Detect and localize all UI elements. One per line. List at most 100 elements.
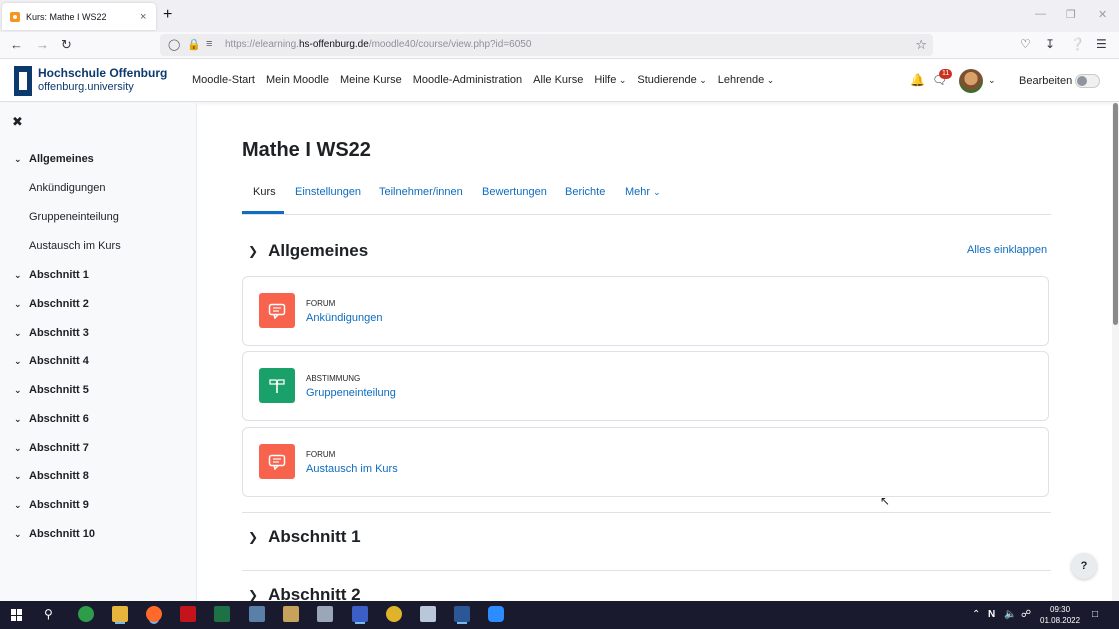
user-avatar[interactable] xyxy=(959,69,983,93)
drawer-item[interactable]: Austausch im Kurs xyxy=(29,240,121,252)
drawer-item[interactable]: ⌄ Allgemeines xyxy=(14,153,94,165)
drawer-item[interactable]: ⌄ Abschnitt 8 xyxy=(14,470,89,482)
drawer-item[interactable]: ⌄ Abschnitt 3 xyxy=(14,327,89,339)
chevron-down-icon[interactable]: ⌄ xyxy=(14,299,24,310)
remote-desktop-icon[interactable] xyxy=(352,606,368,622)
volume-icon[interactable]: 🔈 xyxy=(1004,609,1016,620)
chevron-down-icon[interactable]: ⌄ xyxy=(14,443,24,454)
chevron-down-icon[interactable]: ❯ xyxy=(248,244,258,258)
drawer-item[interactable]: Gruppeneinteilung xyxy=(29,211,119,223)
back-icon[interactable]: ← xyxy=(10,37,23,52)
tray-chevron-up-icon[interactable]: ⌃ xyxy=(972,609,980,620)
browser-tab[interactable]: Kurs: Mathe I WS22 × xyxy=(2,3,156,30)
drawer-item[interactable]: ⌄ Abschnitt 4 xyxy=(14,355,89,367)
drawer-item[interactable]: Ankündigungen xyxy=(29,182,105,194)
help-button[interactable]: ? xyxy=(1071,553,1097,579)
nav-alle-kurse[interactable]: Alle Kurse xyxy=(533,74,583,86)
tab-kurs[interactable]: Kurs xyxy=(253,186,276,198)
restore-icon[interactable]: ❐ xyxy=(1066,8,1076,21)
drawer-item[interactable]: ⌄ Abschnitt 9 xyxy=(14,499,89,511)
tab-teilnehmer[interactable]: Teilnehmer/innen xyxy=(379,186,463,198)
firefox-icon[interactable] xyxy=(146,606,162,622)
chevron-down-icon[interactable]: ⌄ xyxy=(14,500,24,511)
drawer-item[interactable]: ⌄ Abschnitt 6 xyxy=(14,413,89,425)
chevron-down-icon[interactable]: ❯ xyxy=(248,588,258,602)
chevron-down-icon[interactable]: ⌄ xyxy=(14,529,24,540)
notification-center-icon[interactable]: □ xyxy=(1092,609,1098,620)
nav-mein-moodle[interactable]: Mein Moodle xyxy=(266,74,329,86)
edge-browser-icon[interactable] xyxy=(78,606,94,622)
extension-help-icon[interactable]: ❔ xyxy=(1070,37,1085,51)
chevron-down-icon[interactable]: ⌄ xyxy=(14,270,24,281)
shield-icon[interactable]: ◯ xyxy=(168,38,180,51)
drawer-item-label: Abschnitt 8 xyxy=(29,470,89,482)
activity-link-gruppeneinteilung[interactable]: Gruppeneinteilung xyxy=(306,387,396,399)
section-header-abschnitt-1[interactable]: ❯ Abschnitt 1 xyxy=(248,527,361,547)
chevron-down-icon[interactable]: ⌄ xyxy=(14,385,24,396)
collapse-all-link[interactable]: Alles einklappen xyxy=(967,244,1047,256)
word-icon[interactable] xyxy=(454,606,470,622)
user-menu-chevron-down-icon[interactable]: ⌄ xyxy=(988,75,996,86)
bookmark-star-icon[interactable]: ☆ xyxy=(915,37,927,53)
menu-icon[interactable]: ☰ xyxy=(1096,37,1107,51)
university-logo[interactable]: Hochschule Offenburg offenburg.universit… xyxy=(14,65,174,97)
windows-start-icon[interactable] xyxy=(11,609,23,621)
nav-moodle-start[interactable]: Moodle-Start xyxy=(192,74,255,86)
chevron-down-icon[interactable]: ⌄ xyxy=(14,471,24,482)
chevron-down-icon[interactable]: ⌄ xyxy=(14,328,24,339)
chevron-down-icon[interactable]: ❯ xyxy=(248,530,258,544)
activity-link-ankuendigungen[interactable]: Ankündigungen xyxy=(306,312,382,324)
taskbar-search-icon[interactable]: ⚲ xyxy=(44,607,53,621)
edit-mode-toggle[interactable] xyxy=(1075,74,1100,88)
nav-meine-kurse[interactable]: Meine Kurse xyxy=(340,74,402,86)
chevron-down-icon[interactable]: ⌄ xyxy=(14,414,24,425)
tab-einstellungen[interactable]: Einstellungen xyxy=(295,186,361,198)
close-window-icon[interactable]: ✕ xyxy=(1098,8,1107,21)
chrome-icon[interactable] xyxy=(386,606,402,622)
reload-icon[interactable]: ↻ xyxy=(61,37,72,53)
lock-icon[interactable]: 🔒 xyxy=(187,38,201,51)
excel-icon[interactable] xyxy=(214,606,230,622)
nav-lehrende-dropdown[interactable]: Lehrende xyxy=(718,74,775,86)
page-scrollbar[interactable] xyxy=(1112,103,1119,601)
notepad-icon[interactable] xyxy=(317,606,333,622)
nav-studierende-dropdown[interactable]: Studierende xyxy=(637,74,706,86)
drawer-item[interactable]: ⌄ Abschnitt 1 xyxy=(14,269,89,281)
tab-bewertungen[interactable]: Bewertungen xyxy=(482,186,547,198)
close-drawer-icon[interactable]: ✖ xyxy=(12,114,23,130)
chevron-down-icon[interactable]: ⌄ xyxy=(14,154,24,165)
forward-icon[interactable]: → xyxy=(36,37,49,52)
file-explorer-icon[interactable] xyxy=(112,606,128,622)
scrollbar-thumb[interactable] xyxy=(1113,103,1118,325)
drawer-item[interactable]: ⌄ Abschnitt 2 xyxy=(14,298,89,310)
activity-link-austausch-im-kurs[interactable]: Austausch im Kurs xyxy=(306,463,398,475)
pocket-icon[interactable]: ♡ xyxy=(1020,37,1031,51)
close-tab-icon[interactable]: × xyxy=(140,11,146,23)
nav-hilfe-dropdown[interactable]: Hilfe xyxy=(594,74,626,86)
section-header-allgemeines[interactable]: ❯ Allgemeines xyxy=(248,241,368,261)
drawer-item[interactable]: ⌄ Abschnitt 10 xyxy=(14,528,95,540)
network-icon[interactable]: ☍ xyxy=(1021,609,1031,620)
section-title: Abschnitt 1 xyxy=(268,527,361,546)
acrobat-icon[interactable] xyxy=(180,606,196,622)
drawer-item[interactable]: ⌄ Abschnitt 5 xyxy=(14,384,89,396)
url-text[interactable]: https://elearning.hs-offenburg.de/moodle… xyxy=(225,39,531,50)
notifications-bell-icon[interactable]: 🔔 xyxy=(910,73,925,87)
media-player-icon[interactable] xyxy=(283,606,299,622)
system-clock[interactable]: 09:30 01.08.2022 xyxy=(1040,604,1080,626)
permissions-icon[interactable]: ≡ xyxy=(206,38,212,50)
tab-berichte[interactable]: Berichte xyxy=(565,186,605,198)
app-icon[interactable] xyxy=(249,606,265,622)
drawer-item[interactable]: ⌄ Abschnitt 7 xyxy=(14,442,89,454)
new-tab-button[interactable]: + xyxy=(163,6,172,24)
app-icon[interactable] xyxy=(420,606,436,622)
minimize-icon[interactable]: — xyxy=(1035,8,1046,20)
zoom-icon[interactable] xyxy=(488,606,504,622)
nav-moodle-administration[interactable]: Moodle-Administration xyxy=(413,74,522,86)
chevron-down-icon[interactable]: ⌄ xyxy=(14,356,24,367)
downloads-icon[interactable]: ↧ xyxy=(1045,37,1055,51)
url-bar[interactable]: ◯ 🔒 ≡ https://elearning.hs-offenburg.de/… xyxy=(160,34,933,56)
tab-mehr-dropdown[interactable]: Mehr ⌄ xyxy=(625,186,661,198)
activity-type: ABSTIMMUNG xyxy=(306,374,361,383)
onenote-tray-icon[interactable]: N xyxy=(988,609,995,620)
